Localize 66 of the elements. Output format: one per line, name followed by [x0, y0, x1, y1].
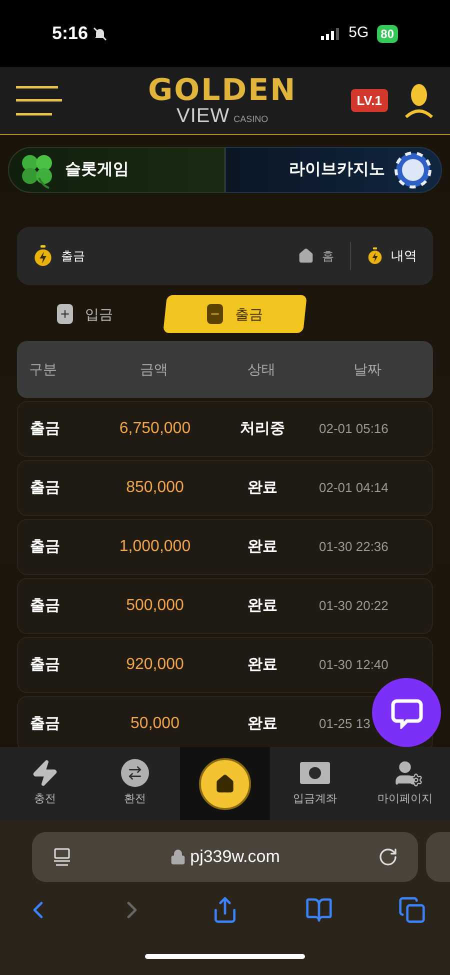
menu-icon[interactable]: [16, 84, 62, 118]
amount-cell-text: 1,000,000: [118, 537, 192, 557]
status-cell-text: 완료: [246, 536, 278, 557]
page-title: 출금: [61, 248, 85, 265]
date-cell-text: 01-30 22:36: [318, 538, 390, 556]
status-cell-text: 처리중: [239, 418, 286, 439]
date-cell-text: 01-30 20:22: [318, 597, 390, 616]
page-menu-icon: [52, 847, 72, 867]
date-cell-text: 02-01 04:14: [318, 479, 390, 498]
table-cell-text: 출금: [30, 418, 61, 439]
stopwatch-icon: [367, 246, 383, 266]
amount-cell-text: 50,000: [130, 714, 180, 734]
bookmarks-icon[interactable]: [304, 896, 332, 924]
home-button[interactable]: [199, 758, 251, 810]
nav-item[interactable]: 마이페이지: [360, 759, 450, 808]
game-tab[interactable]: 라이브카지노: [225, 147, 442, 193]
table-cell-text: 출금: [30, 596, 61, 616]
plus-document-icon: [57, 304, 73, 324]
column-header: 날짜: [352, 360, 382, 379]
amount-cell-text: 920,000: [125, 655, 185, 675]
amount-cell-text: 500,000: [125, 596, 185, 616]
clock: 5:16: [52, 22, 88, 45]
table-cell-text: 출금: [30, 714, 61, 734]
status-cell-text: 완료: [246, 478, 278, 498]
user-icon[interactable]: [404, 82, 434, 118]
home-icon: [298, 248, 314, 264]
tabs-icon[interactable]: [398, 896, 426, 924]
nav-item[interactable]: 입금계좌: [270, 759, 360, 808]
battery-indicator: 80: [376, 24, 398, 42]
home-icon: [215, 774, 235, 794]
table-cell-text: 출금: [30, 536, 61, 557]
network-label: 5G: [348, 23, 369, 44]
exchange-icon: [121, 759, 149, 788]
battery-bolt-icon: [31, 759, 59, 788]
nav-item[interactable]: 환전: [90, 759, 180, 808]
bell-off-icon: [92, 26, 108, 42]
stopwatch-icon: [33, 244, 53, 268]
lock-icon: [170, 849, 186, 865]
status-cell-text: 완료: [246, 654, 278, 675]
minus-document-icon: [207, 304, 223, 324]
signal-icon: [320, 28, 341, 40]
address-bar[interactable]: pj339w.com: [32, 832, 418, 882]
url-text: pj339w.com: [190, 846, 280, 868]
status-cell-text: 완료: [246, 596, 278, 616]
chat-icon: [390, 696, 422, 728]
tab[interactable]: 출금: [163, 295, 307, 333]
table-cell-text: 출금: [30, 478, 61, 498]
level-badge: LV.1: [350, 88, 388, 112]
status-cell-text: 완료: [246, 714, 278, 734]
history-link[interactable]: 내역: [391, 246, 417, 266]
date-cell-text: 02-01 05:16: [318, 420, 390, 438]
game-tab[interactable]: 슬롯게임: [8, 147, 225, 193]
amount-cell-text: 850,000: [125, 478, 185, 498]
amount-cell-text: 6,750,000: [118, 419, 192, 439]
reload-icon[interactable]: [378, 847, 398, 867]
date-cell-text: 01-30 12:40: [318, 656, 390, 674]
table-cell-text: 출금: [30, 654, 61, 675]
nav-item[interactable]: 충전: [0, 759, 90, 808]
logo[interactable]: GOLDEN VIEW CASINO: [148, 76, 297, 126]
column-header: 금액: [139, 360, 169, 379]
column-header: 구분: [29, 360, 58, 379]
poker-chip-icon: [393, 150, 433, 190]
tab[interactable]: 입금: [57, 295, 157, 333]
home-link[interactable]: 홈: [322, 247, 334, 265]
column-header: 상태: [246, 360, 276, 379]
date-cell-text: 01-25 13: [318, 715, 372, 734]
